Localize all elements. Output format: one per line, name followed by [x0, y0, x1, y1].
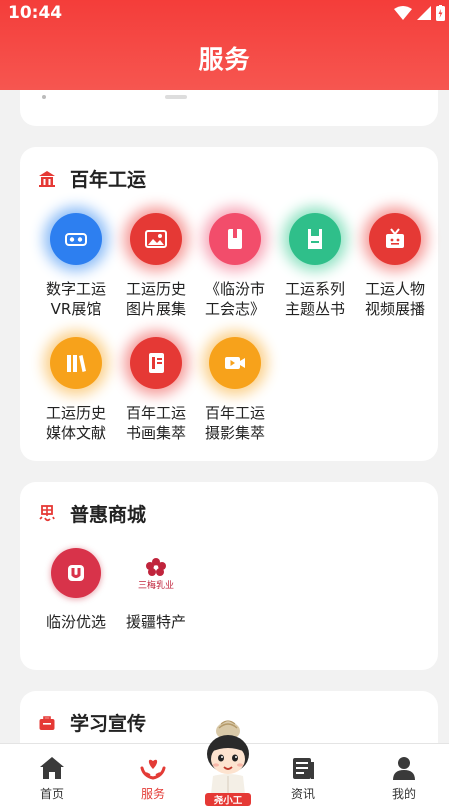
mall-section-header: 普惠商城 [38, 500, 146, 527]
u-logo-icon [51, 548, 101, 598]
item-label: 百年工运 书画集萃 [125, 404, 186, 442]
nav-service[interactable]: 服务 [108, 744, 198, 807]
item-label: 援疆特产 [125, 613, 186, 631]
nav-mine-label: 我的 [391, 787, 416, 801]
sanmei-logo-text: 三梅乳业 [138, 579, 174, 591]
mascot-badge-text: 尧小工 [214, 795, 243, 807]
sanmei-logo: 三梅乳业 [131, 548, 181, 598]
nav-service-label: 服务 [140, 787, 165, 801]
item-label: 数字工运 VR展馆 [45, 280, 106, 318]
page-title: 服务 [198, 45, 251, 74]
nav-mine[interactable]: 我的 [359, 744, 449, 807]
signal-icon [417, 6, 431, 20]
nav-news[interactable]: 资讯 [258, 744, 348, 807]
book-icon [209, 213, 261, 265]
vr-headset-icon [50, 213, 102, 265]
study-section-title: 学习宣传 [70, 713, 147, 735]
save-book-icon [289, 213, 341, 265]
study-section-header: 学习宣传 [38, 709, 146, 736]
union-records-item[interactable]: 《临汾市 工会志》 [195, 213, 275, 319]
item-label: 工运人物 视频展播 [364, 280, 425, 318]
battery-icon [436, 5, 445, 21]
dot-marker [42, 95, 46, 99]
image-icon [130, 213, 182, 265]
calligraphy-item[interactable]: 百年工运 书画集萃 [116, 337, 196, 443]
nav-news-label: 资讯 [290, 787, 315, 801]
heritage-section-card: 百年工运 数字工运 VR展馆 工运历史 图片展集 《临汾市 工会志》 工运系列 … [20, 147, 438, 461]
service-content[interactable]: 百年工运 数字工运 VR展馆 工运历史 图片展集 《临汾市 工会志》 工运系列 … [0, 90, 449, 743]
previous-section-card [20, 90, 438, 126]
hui-character-icon [39, 504, 55, 521]
wifi-icon [394, 6, 412, 20]
mall-section-title: 普惠商城 [70, 504, 147, 526]
service-heart-icon [140, 759, 166, 780]
tv-icon [369, 213, 421, 265]
heritage-section-title: 百年工运 [70, 169, 147, 191]
theme-books-item[interactable]: 工运系列 主题丛书 [275, 213, 355, 319]
news-icon [293, 758, 314, 779]
item-label: 临汾优选 [45, 613, 106, 631]
photography-item[interactable]: 百年工运 摄影集萃 [195, 337, 275, 443]
notebook-icon [130, 337, 182, 389]
home-icon [40, 757, 64, 779]
item-label: 百年工运 摄影集萃 [204, 404, 265, 442]
vr-exhibition-item[interactable]: 数字工运 VR展馆 [36, 213, 116, 319]
study-briefcase-icon [39, 715, 55, 730]
item-label: 《临汾市 工会志》 [204, 280, 265, 318]
library-icon [50, 337, 102, 389]
memorial-hall-icon [39, 170, 55, 187]
item-label: 工运历史 媒体文献 [45, 404, 106, 442]
user-icon [393, 757, 415, 780]
top-header: 10:44 服务 [0, 0, 449, 90]
mascot-avatar[interactable]: 尧小工 [197, 718, 259, 807]
status-time: 10:44 [8, 3, 63, 23]
status-icons [394, 5, 445, 21]
partial-label-marker [165, 95, 187, 99]
item-label: 工运系列 主题丛书 [284, 280, 345, 318]
heritage-section-header: 百年工运 [38, 165, 146, 192]
xinjiang-specialty-item[interactable]: 三梅乳业 援疆特产 [116, 548, 196, 632]
media-documents-item[interactable]: 工运历史 媒体文献 [36, 337, 116, 443]
video-camera-icon [209, 337, 261, 389]
mall-section-card: 普惠商城 临汾优选 三梅乳业 援疆特产 [20, 482, 438, 670]
figure-videos-item[interactable]: 工运人物 视频展播 [355, 213, 435, 319]
status-bar: 10:44 [0, 0, 449, 26]
linfen-select-item[interactable]: 临汾优选 [36, 548, 116, 632]
history-photos-item[interactable]: 工运历史 图片展集 [116, 213, 196, 319]
nav-home[interactable]: 首页 [7, 744, 97, 807]
item-label: 工运历史 图片展集 [125, 280, 186, 318]
nav-home-label: 首页 [39, 787, 64, 801]
